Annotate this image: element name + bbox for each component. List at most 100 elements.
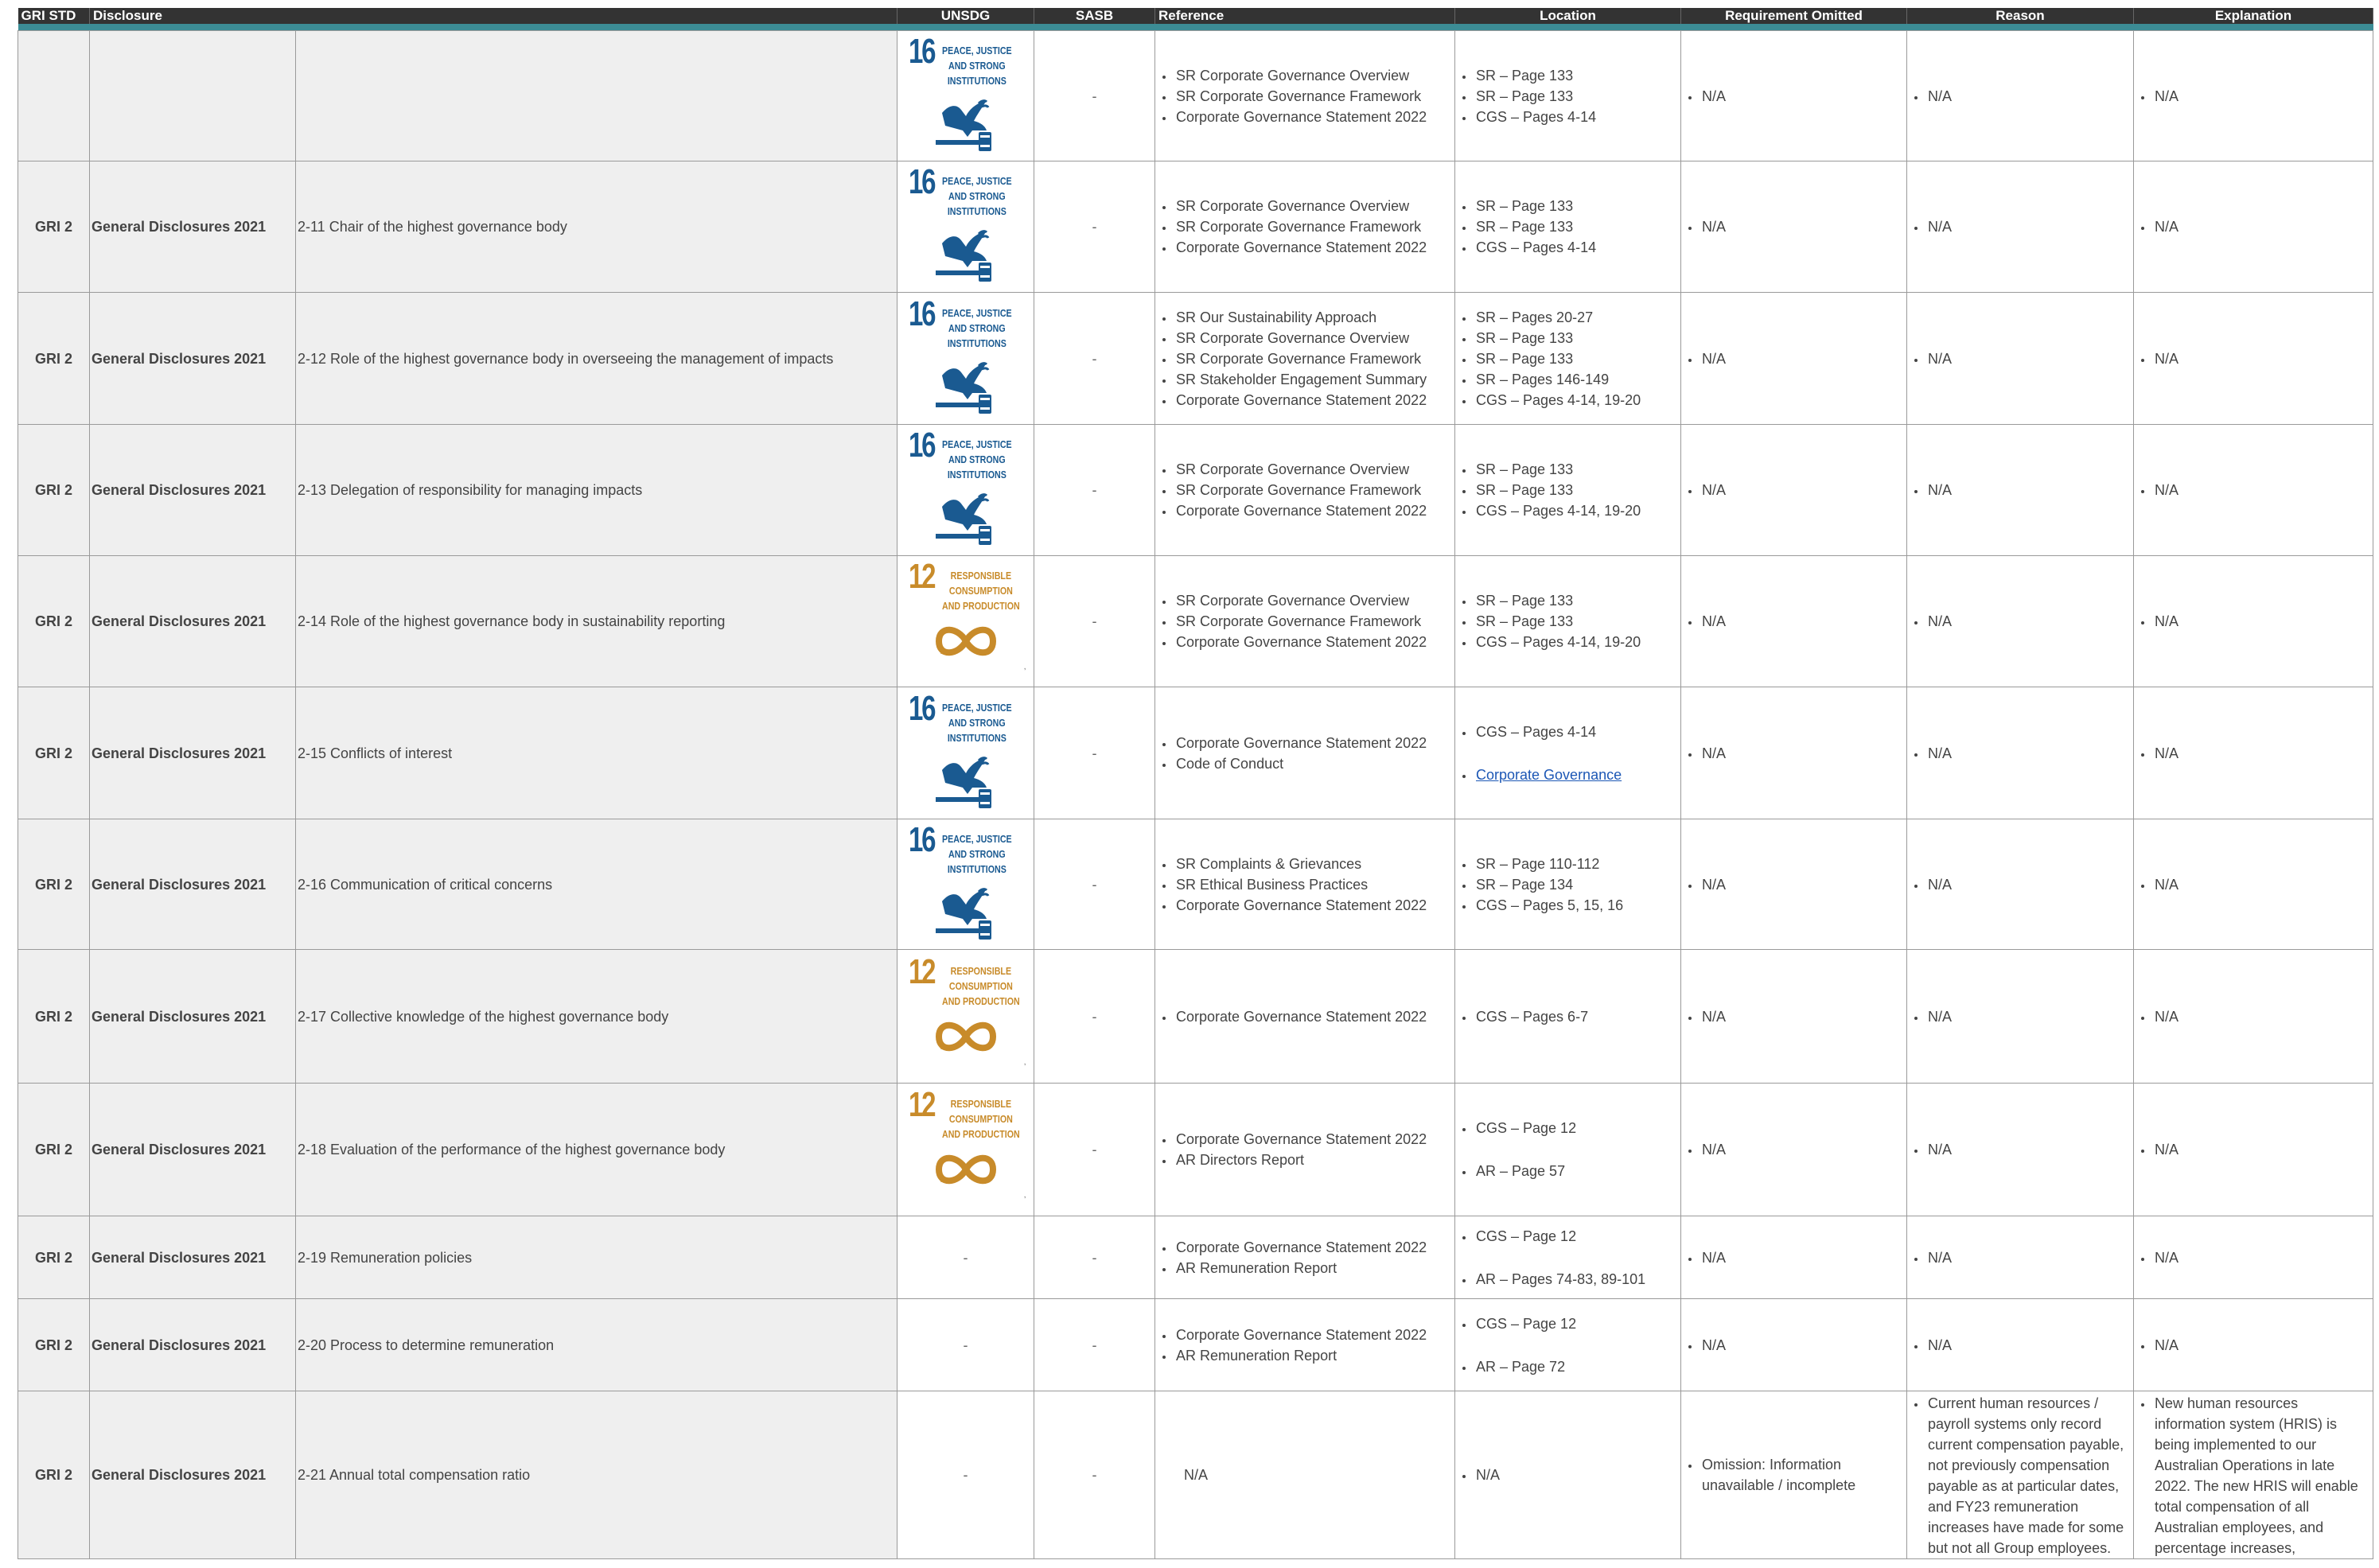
header-requirement-omitted[interactable]: Requirement Omitted	[1680, 8, 1907, 24]
header-gri-std[interactable]: GRI STD	[18, 8, 90, 24]
cell-gri-std: GRI 2	[18, 949, 90, 1084]
cell-reason: N/A	[1906, 424, 2134, 556]
sdg-title-line: CONSUMPTION	[948, 585, 1013, 597]
sdg-title: RESPONSIBLE CONSUMPTION AND PRODUCTION	[942, 963, 1020, 1009]
reference-item: Corporate Governance Statement 2022	[1174, 500, 1450, 521]
location-list: SR – Page 133SR – Page 133CGS – Pages 4-…	[1460, 590, 1676, 652]
reason-list: N/A	[1912, 743, 2128, 764]
cell-disclosure-item: 2-12 Role of the highest governance body…	[295, 292, 897, 425]
omitted-item: N/A	[1700, 480, 1902, 500]
cell-gri-std: GRI 2	[18, 1391, 90, 1559]
table-row: 16PEACE, JUSTICEAND STRONGINSTITUTIONS-S…	[18, 30, 2373, 161]
omitted-list: N/A	[1686, 480, 1902, 500]
sdg-title-line: PEACE, JUSTICE	[941, 175, 1012, 187]
location-item: CGS – Pages 4-14, 19-20	[1474, 632, 1676, 652]
omitted-list: N/A	[1686, 743, 1902, 764]
cell-reference: Corporate Governance Statement 2022AR Re…	[1154, 1216, 1455, 1299]
corporate-governance-link[interactable]: Corporate Governance	[1476, 767, 1622, 783]
cell-reason: N/A	[1906, 292, 2134, 425]
location-list: CGS – Pages 6-7	[1460, 1006, 1676, 1027]
cell-explanation: N/A	[2133, 687, 2373, 819]
explanation-list: N/A	[2139, 1006, 2368, 1027]
reason-item: N/A	[1926, 348, 2128, 369]
reference-list: SR Our Sustainability ApproachSR Corpora…	[1160, 307, 1450, 410]
omitted-item: N/A	[1700, 743, 1902, 764]
cell-sasb: -	[1034, 1216, 1155, 1299]
cell-unsdg: -	[897, 1391, 1034, 1559]
sdg-title-line: INSTITUTIONS	[947, 862, 1006, 875]
sdg-number: 16	[908, 426, 936, 465]
reference-item: Corporate Governance Statement 2022	[1174, 632, 1450, 652]
unsdg-value: -	[963, 1249, 968, 1266]
reason-list: N/A	[1912, 1247, 2128, 1268]
reason-list: N/A	[1912, 480, 2128, 500]
dove-gavel-icon	[935, 230, 991, 282]
reason-list: N/A	[1912, 216, 2128, 237]
reason-item: N/A	[1926, 743, 2128, 764]
header-unsdg[interactable]: UNSDG	[897, 8, 1034, 24]
cell-reference: SR Our Sustainability ApproachSR Corpora…	[1154, 292, 1455, 425]
sdg-title: PEACE, JUSTICE AND STRONG INSTITUTIONS	[942, 173, 1012, 219]
cell-omitted: N/A	[1680, 292, 1907, 425]
cell-disclosure-item: 2-19 Remuneration policies	[295, 1216, 897, 1299]
location-list: CGS – Page 12 AR – Page 72	[1460, 1313, 1676, 1377]
reference-item: AR Remuneration Report	[1174, 1258, 1450, 1278]
cell-disclosure-item	[295, 30, 897, 161]
gri-content-index-table: GRI STD Disclosure UNSDG SASB Reference …	[18, 8, 2373, 1559]
explanation-list: New human resources information system (…	[2139, 1393, 2368, 1558]
reference-list: SR Corporate Governance OverviewSR Corpo…	[1160, 65, 1450, 127]
location-item: CGS – Pages 6-7	[1474, 1006, 1676, 1027]
cell-location: CGS – Pages 4-14 Corporate Governance	[1454, 687, 1681, 819]
sdg-title-line: RESPONSIBLE	[950, 570, 1011, 582]
explanation-item: N/A	[2153, 743, 2368, 764]
omitted-list: N/A	[1686, 348, 1902, 369]
cell-sasb: -	[1034, 1083, 1155, 1216]
cell-omitted: N/A	[1680, 161, 1907, 293]
cell-reason: N/A	[1906, 1083, 2134, 1216]
cell-reason: N/A	[1906, 30, 2134, 161]
location-item: CGS – Pages 4-14, 19-20	[1474, 500, 1676, 521]
cell-explanation: N/A	[2133, 819, 2373, 950]
header-explanation[interactable]: Explanation	[2133, 8, 2373, 24]
cell-gri-std: GRI 2	[18, 1216, 90, 1299]
omitted-list: Omission: Information unavailable / inco…	[1686, 1454, 1902, 1496]
table-row: GRI 2 General Disclosures 2021 2-14 Role o…	[18, 555, 2373, 687]
reason-list: N/A	[1912, 874, 2128, 895]
sdg-12-tile: 12 RESPONSIBLE CONSUMPTION AND PRODUCTION,	[902, 559, 1030, 681]
cell-omitted: N/A	[1680, 555, 1907, 687]
reference-list: Corporate Governance Statement 2022Code …	[1160, 733, 1450, 774]
cell-omitted: N/A	[1680, 1298, 1907, 1391]
table-row: GRI 2 General Disclosures 2021 2-15 Confli…	[18, 687, 2373, 819]
location-item: CGS – Page 12	[1474, 1118, 1676, 1138]
reference-list: Corporate Governance Statement 2022AR Re…	[1160, 1325, 1450, 1366]
explanation-item: N/A	[2153, 480, 2368, 500]
cell-location: SR – Page 133SR – Page 133CGS – Pages 4-…	[1454, 161, 1681, 293]
gri-index-sheet: GRI STD Disclosure UNSDG SASB Reference …	[18, 8, 2373, 1559]
header-disclosure[interactable]: Disclosure	[89, 8, 897, 24]
reason-item: N/A	[1926, 480, 2128, 500]
reference-item: SR Corporate Governance Overview	[1174, 196, 1450, 216]
table-row: GRI 2 General Disclosures 2021 2-11 Chair …	[18, 161, 2373, 293]
reference-list: Corporate Governance Statement 2022	[1160, 1006, 1450, 1027]
omitted-list: N/A	[1686, 1006, 1902, 1027]
sdg-title-line: INSTITUTIONS	[947, 205, 1006, 217]
sdg-title-line: PEACE, JUSTICE	[941, 701, 1012, 714]
omitted-item: N/A	[1700, 1335, 1902, 1356]
reference-list: Corporate Governance Statement 2022AR Re…	[1160, 1237, 1450, 1278]
header-accent-bar	[18, 24, 2373, 31]
location-list: N/A	[1460, 1465, 1676, 1485]
header-sasb[interactable]: SASB	[1034, 8, 1155, 24]
reference-item: SR Corporate Governance Framework	[1174, 216, 1450, 237]
header-location[interactable]: Location	[1454, 8, 1681, 24]
header-reason[interactable]: Reason	[1906, 8, 2134, 24]
reference-item: SR Corporate Governance Framework	[1174, 611, 1450, 632]
cell-disclosure-item: 2-13 Delegation of responsibility for ma…	[295, 424, 897, 556]
cell-disclosure-group: General Disclosures 2021	[89, 161, 296, 293]
header-reference[interactable]: Reference	[1154, 8, 1455, 24]
cell-unsdg: 16 PEACE, JUSTICE AND STRONG INSTITUTIONS	[897, 161, 1034, 293]
cell-explanation: N/A	[2133, 1216, 2373, 1299]
location-item: SR – Page 133	[1474, 65, 1676, 86]
cell-disclosure-item: 2-15 Conflicts of interest	[295, 687, 897, 819]
cell-unsdg: 16 PEACE, JUSTICE AND STRONG INSTITUTIONS	[897, 292, 1034, 425]
location-item: AR – Pages 74-83, 89-101	[1474, 1269, 1676, 1290]
